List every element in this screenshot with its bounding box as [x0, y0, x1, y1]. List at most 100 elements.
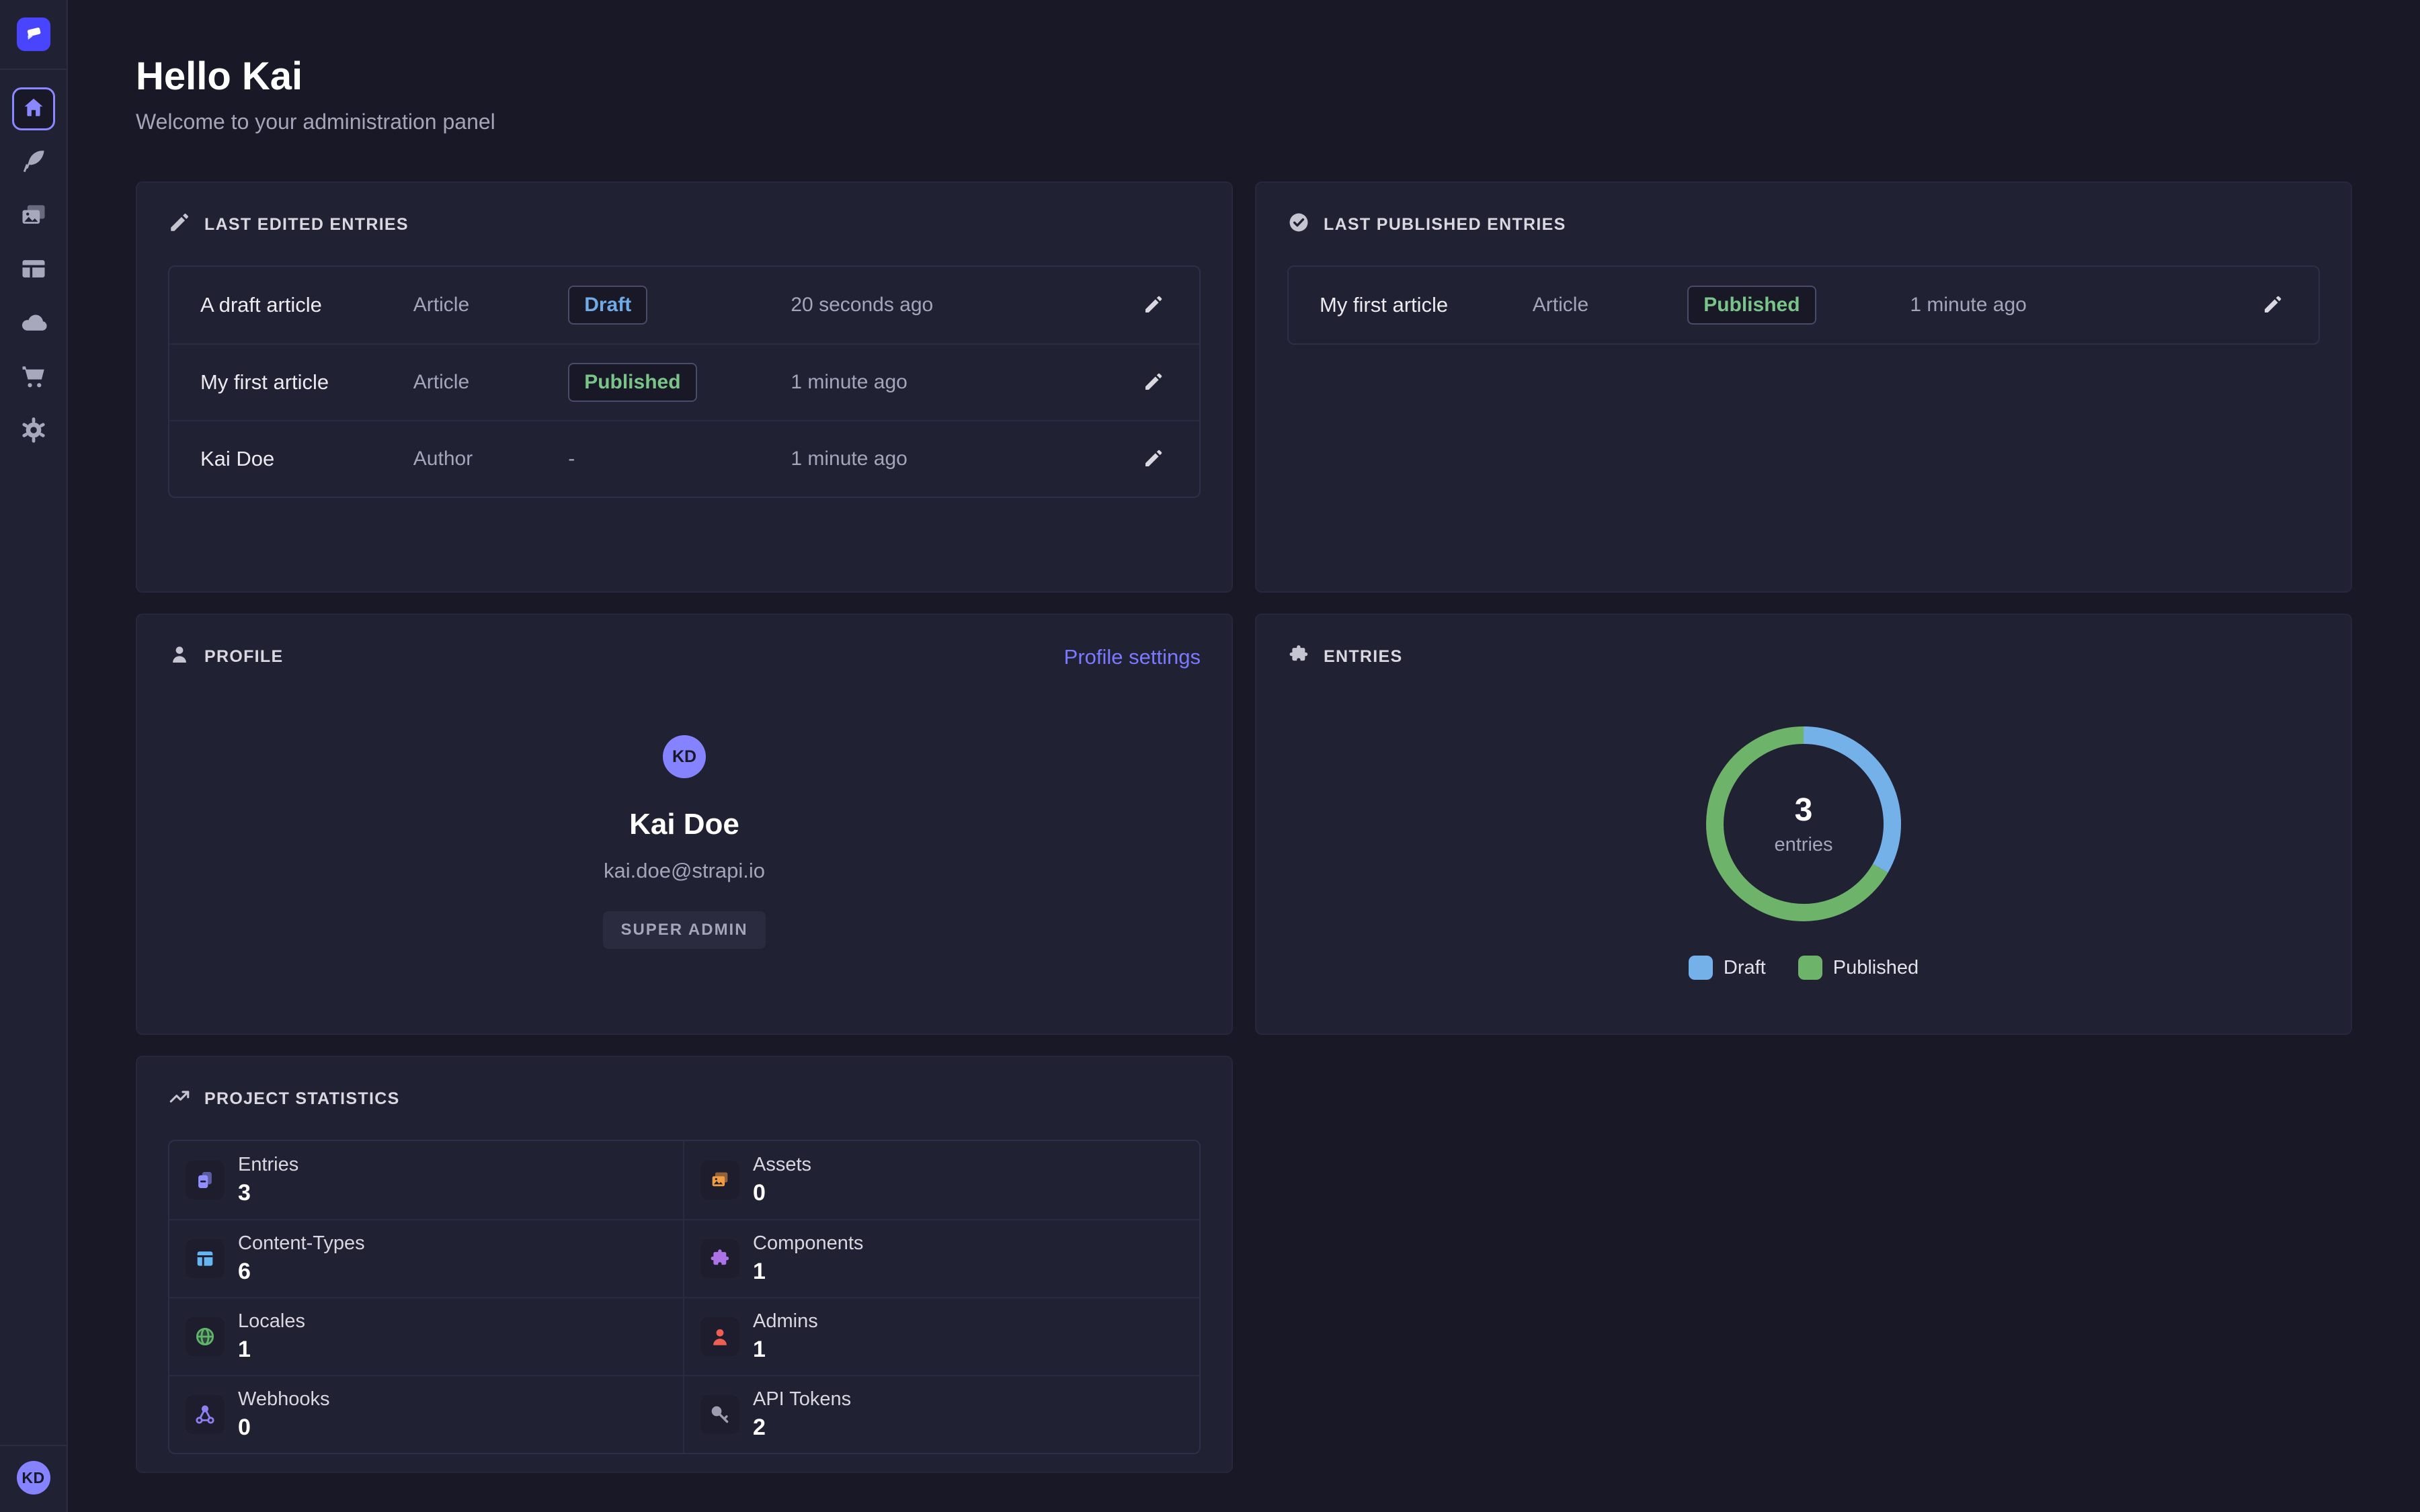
chart-legend: Draft Published	[1689, 956, 1919, 980]
avatar: KD	[663, 735, 706, 778]
card-title: LAST EDITED ENTRIES	[204, 215, 409, 235]
card-title: PROFILE	[204, 647, 283, 667]
user-icon	[700, 1317, 739, 1356]
status-badge: Draft	[568, 286, 791, 325]
stat-label: Components	[753, 1232, 863, 1255]
stat-value: 0	[238, 1415, 330, 1441]
stat-components: Components 1	[684, 1219, 1199, 1297]
entry-type: Article	[413, 294, 568, 317]
edit-entry-button[interactable]	[1139, 368, 1168, 397]
card-title: LAST PUBLISHED ENTRIES	[1324, 215, 1566, 235]
table-row: My first article Article Published 1 min…	[1289, 267, 2318, 343]
sidebar-item-marketplace[interactable]	[12, 356, 55, 399]
stat-locales: Locales 1	[169, 1297, 684, 1375]
stat-value: 1	[753, 1337, 818, 1363]
sidebar: KD	[0, 0, 68, 1512]
key-icon	[700, 1395, 739, 1434]
stat-value: 1	[753, 1259, 863, 1285]
entry-type: Article	[413, 371, 568, 394]
home-icon	[22, 95, 46, 123]
last-published-entries-card: LAST PUBLISHED ENTRIES My first article …	[1255, 181, 2352, 593]
entry-type: Author	[413, 448, 568, 470]
table-row: My first article Article Published 1 min…	[169, 343, 1199, 420]
edit-entry-button[interactable]	[2258, 290, 2288, 320]
page-subtitle: Welcome to your administration panel	[136, 110, 2352, 134]
stat-content-types: Content-Types 6	[169, 1219, 684, 1297]
stat-value: 6	[238, 1259, 365, 1285]
entry-time: 20 seconds ago	[791, 294, 1139, 317]
status-badge: Published	[568, 363, 791, 402]
sidebar-item-media-library[interactable]	[12, 195, 55, 238]
role-badge: SUPER ADMIN	[603, 911, 765, 949]
strapi-logo-icon	[24, 23, 44, 46]
documents-icon	[186, 1161, 225, 1200]
webhook-icon	[186, 1395, 225, 1434]
layout-icon	[19, 254, 48, 287]
draft-swatch	[1689, 956, 1713, 980]
sidebar-nav	[0, 70, 67, 453]
sidebar-item-cloud[interactable]	[12, 302, 55, 345]
stat-label: Entries	[238, 1154, 298, 1176]
cloud-icon	[19, 308, 48, 341]
entry-name: My first article	[200, 370, 413, 394]
stat-label: Content-Types	[238, 1232, 365, 1255]
table-row: A draft article Article Draft 20 seconds…	[169, 267, 1199, 343]
stat-label: API Tokens	[753, 1388, 851, 1411]
entry-type: Article	[1533, 294, 1687, 317]
legend-item-published: Published	[1798, 956, 1919, 980]
pencil-icon	[1143, 371, 1164, 394]
entry-name: Kai Doe	[200, 447, 413, 471]
card-title: ENTRIES	[1324, 647, 1402, 667]
pencil-icon	[168, 211, 191, 239]
cart-icon	[19, 362, 48, 394]
project-statistics-table: Entries 3 Assets	[168, 1140, 1201, 1454]
sidebar-item-settings[interactable]	[12, 410, 55, 453]
legend-label: Draft	[1724, 957, 1766, 979]
stat-value: 3	[238, 1180, 298, 1206]
strapi-logo[interactable]	[17, 17, 50, 51]
media-library-icon	[19, 200, 48, 233]
entries-donut: 3 entries	[1703, 723, 1904, 925]
legend-label: Published	[1833, 957, 1919, 979]
donut-center-value: 3	[1795, 792, 1813, 829]
stat-assets: Assets 0	[684, 1141, 1199, 1219]
profile-settings-link[interactable]: Profile settings	[1064, 645, 1201, 669]
user-icon	[168, 643, 191, 671]
page-title: Hello Kai	[136, 54, 2352, 99]
puzzle-icon	[700, 1239, 739, 1278]
sidebar-item-content-manager[interactable]	[12, 141, 55, 184]
gear-icon	[19, 415, 48, 448]
stat-label: Locales	[238, 1310, 305, 1333]
stat-value: 2	[753, 1415, 851, 1441]
pencil-icon	[1143, 294, 1164, 317]
profile-card: PROFILE Profile settings KD Kai Doe kai.…	[136, 614, 1233, 1035]
sidebar-item-content-type-builder[interactable]	[12, 249, 55, 292]
edit-entry-button[interactable]	[1139, 444, 1168, 474]
stat-label: Admins	[753, 1310, 818, 1333]
entry-time: 1 minute ago	[791, 371, 1139, 394]
entry-name: My first article	[1320, 293, 1533, 317]
last-published-table: My first article Article Published 1 min…	[1287, 265, 2320, 345]
layout-icon	[186, 1239, 225, 1278]
main-content: Hello Kai Welcome to your administration…	[68, 0, 2420, 1512]
legend-item-draft: Draft	[1689, 956, 1766, 980]
check-circle-icon	[1287, 211, 1310, 239]
status-text: -	[568, 448, 791, 470]
globe-icon	[186, 1317, 225, 1356]
stat-admins: Admins 1	[684, 1297, 1199, 1375]
sidebar-user-avatar[interactable]: KD	[17, 1461, 50, 1495]
profile-name: Kai Doe	[629, 808, 739, 841]
images-icon	[700, 1161, 739, 1200]
entry-time: 1 minute ago	[1910, 294, 2258, 317]
edit-entry-button[interactable]	[1139, 290, 1168, 320]
feather-icon	[19, 146, 48, 179]
trend-up-icon	[168, 1085, 191, 1113]
pencil-icon	[2262, 294, 2284, 317]
sidebar-item-home[interactable]	[12, 87, 55, 130]
stat-webhooks: Webhooks 0	[169, 1375, 684, 1453]
project-statistics-card: PROJECT STATISTICS Entries 3	[136, 1056, 1233, 1473]
status-badge: Published	[1687, 286, 1910, 325]
published-swatch	[1798, 956, 1822, 980]
sidebar-divider-bottom	[0, 1445, 67, 1446]
card-title: PROJECT STATISTICS	[204, 1089, 400, 1109]
